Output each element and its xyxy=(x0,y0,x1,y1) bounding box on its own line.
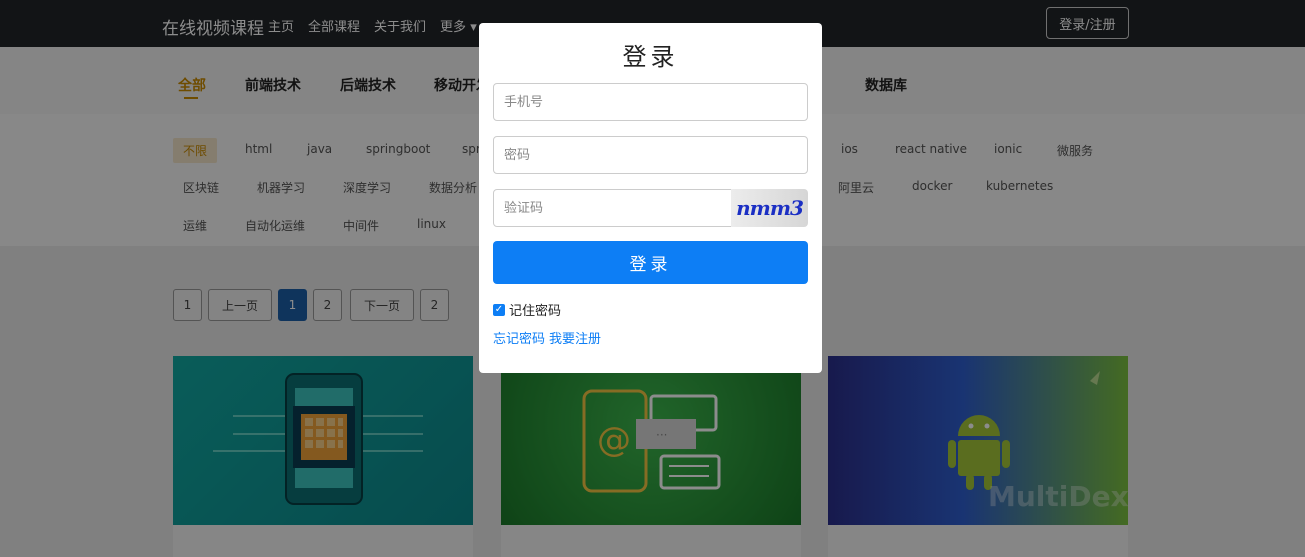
login-submit-button[interactable]: 登录 xyxy=(493,241,808,284)
register-link[interactable]: 我要注册 xyxy=(549,328,601,347)
auth-links: 忘记密码 我要注册 xyxy=(493,328,601,347)
captcha-input[interactable] xyxy=(493,189,733,227)
remember-label: 记住密码 xyxy=(509,304,562,319)
forgot-password-link[interactable]: 忘记密码 xyxy=(493,328,545,347)
captcha-image[interactable]: nmm3 xyxy=(731,189,808,227)
modal-title: 登录 xyxy=(622,43,679,71)
remember-password[interactable]: ✓ 记住密码 xyxy=(493,300,561,319)
remember-checkbox[interactable]: ✓ xyxy=(493,303,505,316)
password-input[interactable] xyxy=(493,136,808,174)
login-modal: 登录 nmm3 登录 ✓ 记住密码 忘记密码 我要注册 xyxy=(479,23,822,373)
phone-input[interactable] xyxy=(493,83,808,121)
